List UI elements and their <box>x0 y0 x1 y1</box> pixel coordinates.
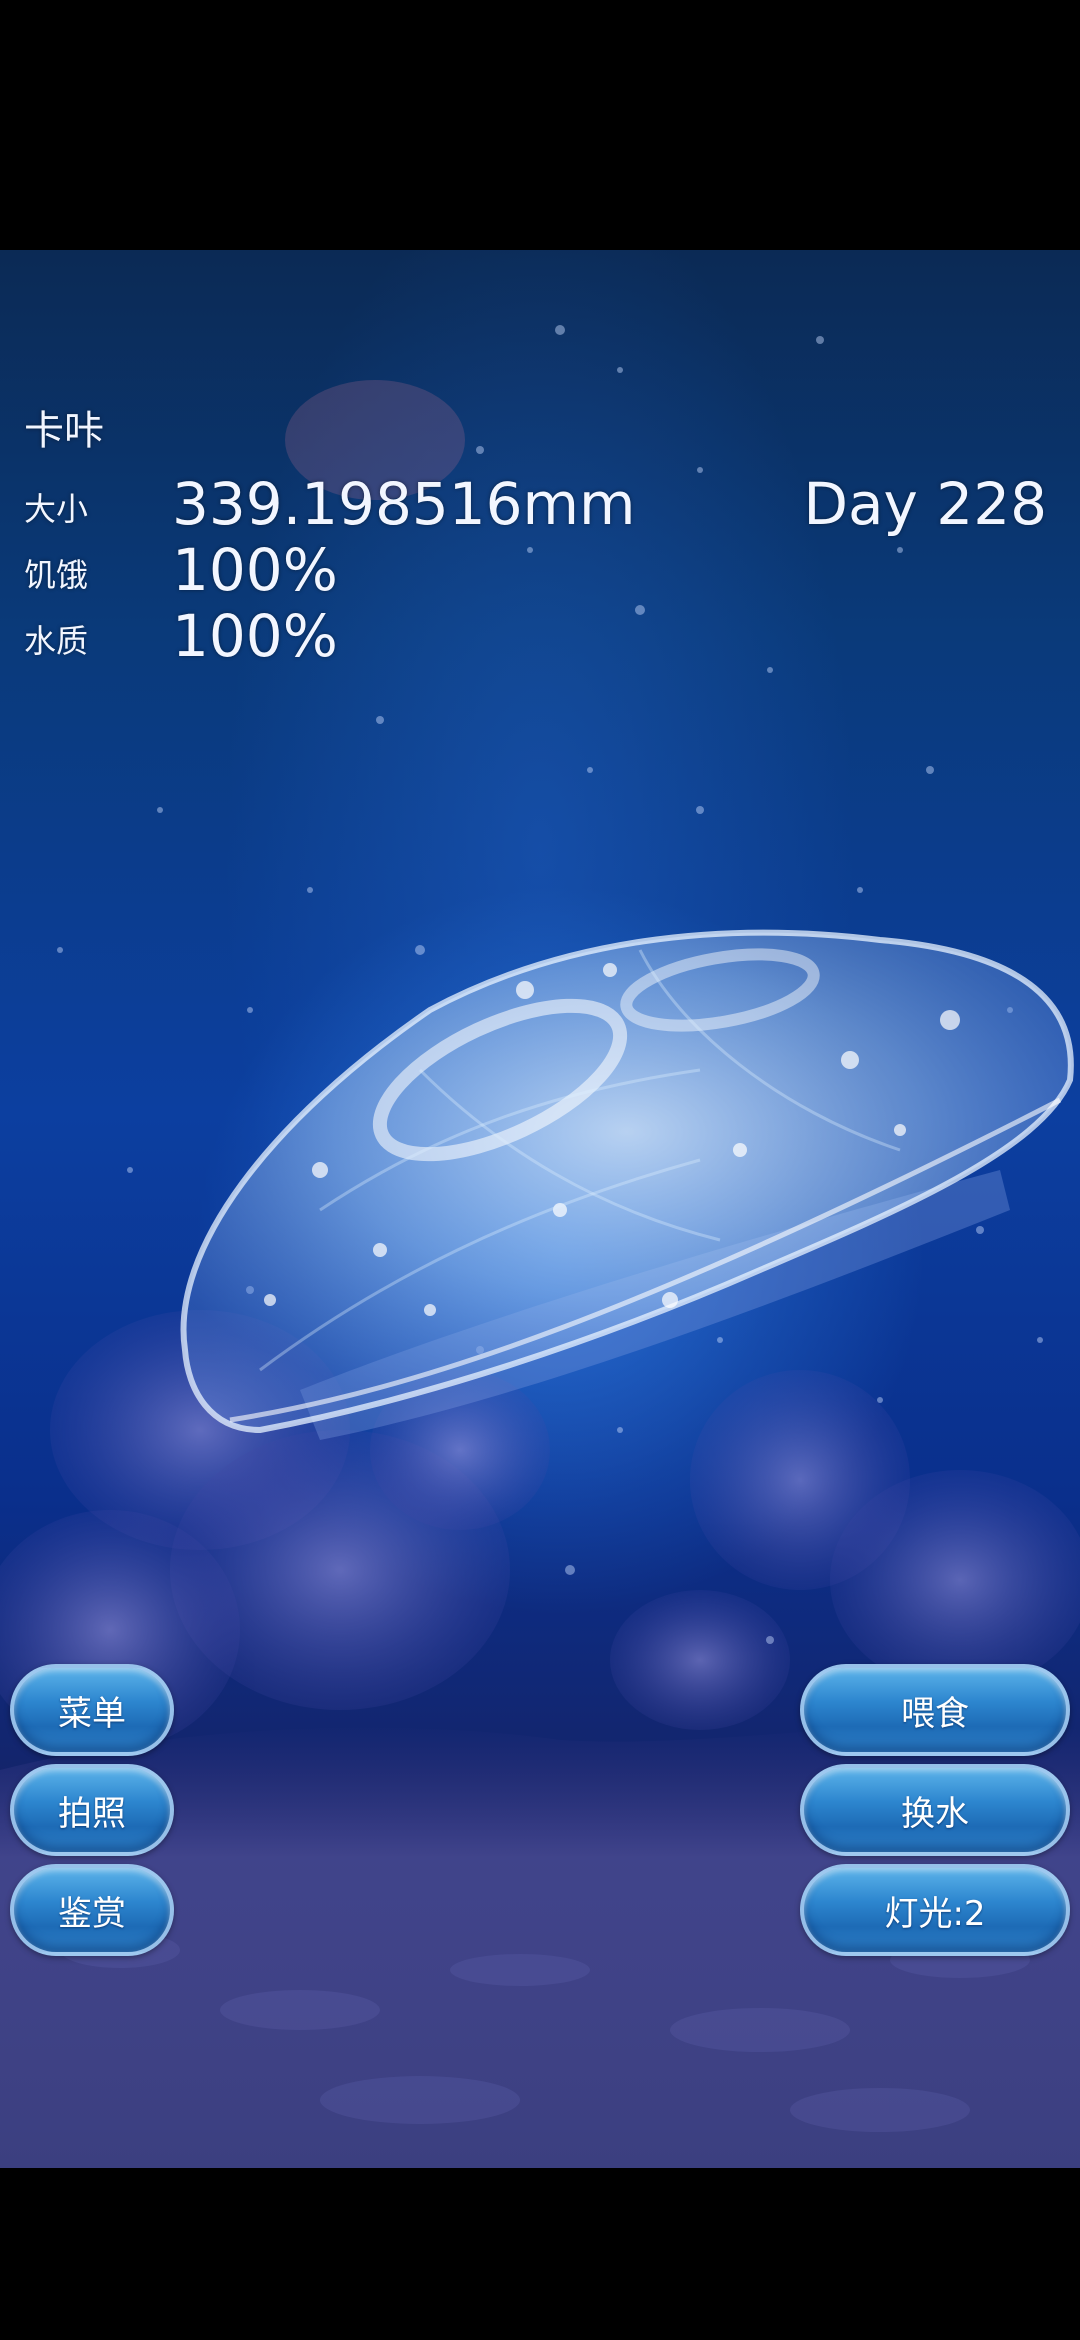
size-label: 大小 <box>24 490 89 528</box>
water-quality-label: 水质 <box>24 622 89 660</box>
water-quality-value: 100% <box>172 602 338 670</box>
feed-button[interactable]: 喂食 <box>800 1664 1070 1756</box>
hunger-value: 100% <box>172 536 338 604</box>
hunger-label: 饥饿 <box>24 556 89 594</box>
size-value: 339.198516mm <box>172 470 636 538</box>
change-water-button[interactable]: 换水 <box>800 1764 1070 1856</box>
pet-name: 卡咔 <box>24 408 104 454</box>
jellyfish[interactable] <box>180 929 1074 1440</box>
light-button[interactable]: 灯光:2 <box>800 1864 1070 1956</box>
appreciate-button[interactable]: 鉴赏 <box>10 1864 174 1956</box>
menu-button[interactable]: 菜单 <box>10 1664 174 1756</box>
photo-button[interactable]: 拍照 <box>10 1764 174 1856</box>
day-counter: Day 228 <box>803 470 1047 538</box>
screen: 卡咔 大小 339.198516mm 饥饿 100% 水质 100% Day 2… <box>0 0 1080 2340</box>
